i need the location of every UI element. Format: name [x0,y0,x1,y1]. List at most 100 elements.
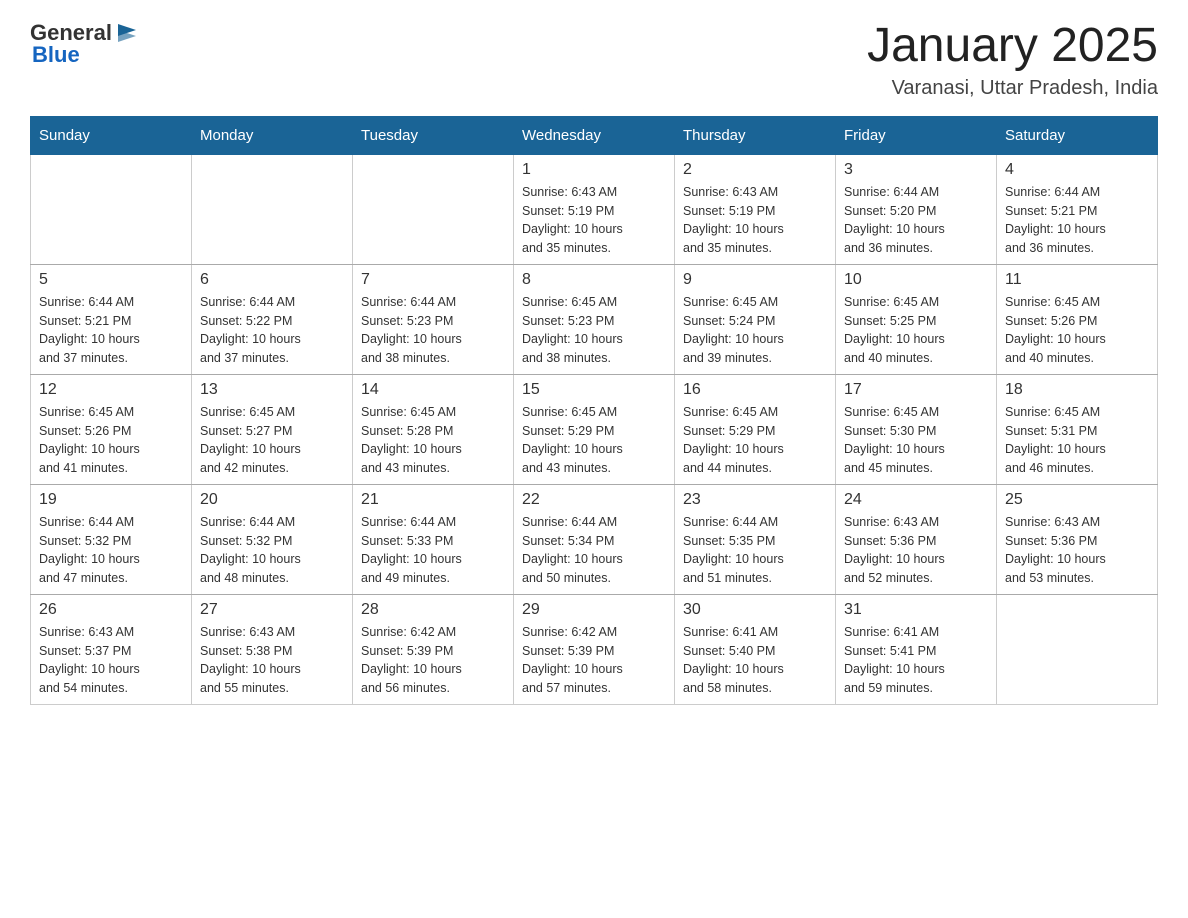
day-info: Sunrise: 6:45 AM Sunset: 5:29 PM Dayligh… [522,403,666,478]
calendar-day-15: 15 Sunrise: 6:45 AM Sunset: 5:29 PM Dayli… [514,374,675,484]
calendar-day-9: 9 Sunrise: 6:45 AM Sunset: 5:24 PM Daylig… [675,264,836,374]
day-info: Sunrise: 6:44 AM Sunset: 5:32 PM Dayligh… [39,513,183,588]
day-info: Sunrise: 6:43 AM Sunset: 5:38 PM Dayligh… [200,623,344,698]
day-info: Sunrise: 6:44 AM Sunset: 5:32 PM Dayligh… [200,513,344,588]
day-number: 14 [361,381,505,399]
day-number: 16 [683,381,827,399]
calendar-day-2: 2 Sunrise: 6:43 AM Sunset: 5:19 PM Daylig… [675,154,836,264]
day-number: 5 [39,271,183,289]
day-info: Sunrise: 6:45 AM Sunset: 5:27 PM Dayligh… [200,403,344,478]
day-number: 25 [1005,491,1149,509]
day-info: Sunrise: 6:43 AM Sunset: 5:19 PM Dayligh… [683,183,827,258]
col-header-thursday: Thursday [675,116,836,154]
calendar-day-21: 21Sunrise: 6:44 AM Sunset: 5:33 PM Dayli… [353,484,514,594]
day-number: 18 [1005,381,1149,399]
col-header-saturday: Saturday [997,116,1158,154]
day-number: 26 [39,601,183,619]
day-info: Sunrise: 6:45 AM Sunset: 5:24 PM Dayligh… [683,293,827,368]
calendar-table: SundayMondayTuesdayWednesdayThursdayFrid… [30,116,1158,705]
day-info: Sunrise: 6:44 AM Sunset: 5:35 PM Dayligh… [683,513,827,588]
day-number: 9 [683,271,827,289]
day-info: Sunrise: 6:45 AM Sunset: 5:31 PM Dayligh… [1005,403,1149,478]
calendar-day-20: 20 Sunrise: 6:44 AM Sunset: 5:32 PM Dayli… [192,484,353,594]
day-info: Sunrise: 6:42 AM Sunset: 5:39 PM Dayligh… [522,623,666,698]
day-info: Sunrise: 6:45 AM Sunset: 5:28 PM Dayligh… [361,403,505,478]
day-number: 7 [361,271,505,289]
calendar-day-12: 12Sunrise: 6:45 AM Sunset: 5:26 PM Dayli… [31,374,192,484]
day-number: 6 [200,271,344,289]
day-info: Sunrise: 6:45 AM Sunset: 5:26 PM Dayligh… [39,403,183,478]
calendar-day-24: 24 Sunrise: 6:43 AM Sunset: 5:36 PM Dayli… [836,484,997,594]
day-info: Sunrise: 6:45 AM Sunset: 5:30 PM Dayligh… [844,403,988,478]
day-number: 15 [522,381,666,399]
day-number: 21 [361,491,505,509]
col-header-tuesday: Tuesday [353,116,514,154]
logo-flag-icon [114,18,142,46]
calendar-empty-cell [353,154,514,264]
calendar-day-26: 26 Sunrise: 6:43 AM Sunset: 5:37 PM Dayli… [31,594,192,704]
logo-blue-text: Blue [32,42,80,68]
calendar-empty-cell [31,154,192,264]
day-number: 11 [1005,271,1149,289]
day-info: Sunrise: 6:43 AM Sunset: 5:19 PM Dayligh… [522,183,666,258]
col-header-wednesday: Wednesday [514,116,675,154]
col-header-monday: Monday [192,116,353,154]
day-info: Sunrise: 6:45 AM Sunset: 5:23 PM Dayligh… [522,293,666,368]
day-number: 13 [200,381,344,399]
day-number: 3 [844,161,988,179]
calendar-week-row: 5 Sunrise: 6:44 AM Sunset: 5:21 PM Daylig… [31,264,1158,374]
day-info: Sunrise: 6:44 AM Sunset: 5:23 PM Dayligh… [361,293,505,368]
calendar-day-13: 13 Sunrise: 6:45 AM Sunset: 5:27 PM Dayli… [192,374,353,484]
calendar-subtitle: Varanasi, Uttar Pradesh, India [867,77,1158,100]
day-number: 24 [844,491,988,509]
logo: General Blue [30,20,142,68]
page-header: General Blue January 2025 Varanasi, Utta… [30,20,1158,100]
calendar-day-8: 8Sunrise: 6:45 AM Sunset: 5:23 PM Daylig… [514,264,675,374]
day-info: Sunrise: 6:43 AM Sunset: 5:37 PM Dayligh… [39,623,183,698]
calendar-day-19: 19 Sunrise: 6:44 AM Sunset: 5:32 PM Dayli… [31,484,192,594]
day-info: Sunrise: 6:42 AM Sunset: 5:39 PM Dayligh… [361,623,505,698]
calendar-day-23: 23 Sunrise: 6:44 AM Sunset: 5:35 PM Dayli… [675,484,836,594]
day-number: 30 [683,601,827,619]
day-number: 17 [844,381,988,399]
calendar-day-11: 11Sunrise: 6:45 AM Sunset: 5:26 PM Dayli… [997,264,1158,374]
day-number: 2 [683,161,827,179]
calendar-day-28: 28 Sunrise: 6:42 AM Sunset: 5:39 PM Dayli… [353,594,514,704]
calendar-week-row: 1 Sunrise: 6:43 AM Sunset: 5:19 PM Daylig… [31,154,1158,264]
day-info: Sunrise: 6:43 AM Sunset: 5:36 PM Dayligh… [1005,513,1149,588]
day-number: 29 [522,601,666,619]
calendar-day-6: 6 Sunrise: 6:44 AM Sunset: 5:22 PM Daylig… [192,264,353,374]
day-info: Sunrise: 6:44 AM Sunset: 5:20 PM Dayligh… [844,183,988,258]
day-info: Sunrise: 6:43 AM Sunset: 5:36 PM Dayligh… [844,513,988,588]
calendar-day-5: 5 Sunrise: 6:44 AM Sunset: 5:21 PM Daylig… [31,264,192,374]
day-number: 10 [844,271,988,289]
day-info: Sunrise: 6:44 AM Sunset: 5:22 PM Dayligh… [200,293,344,368]
day-info: Sunrise: 6:45 AM Sunset: 5:29 PM Dayligh… [683,403,827,478]
day-number: 20 [200,491,344,509]
calendar-day-27: 27Sunrise: 6:43 AM Sunset: 5:38 PM Dayli… [192,594,353,704]
col-header-friday: Friday [836,116,997,154]
calendar-title: January 2025 [867,20,1158,73]
calendar-day-25: 25 Sunrise: 6:43 AM Sunset: 5:36 PM Dayli… [997,484,1158,594]
day-info: Sunrise: 6:44 AM Sunset: 5:21 PM Dayligh… [39,293,183,368]
calendar-day-22: 22Sunrise: 6:44 AM Sunset: 5:34 PM Dayli… [514,484,675,594]
calendar-empty-cell [192,154,353,264]
day-number: 28 [361,601,505,619]
calendar-day-10: 10Sunrise: 6:45 AM Sunset: 5:25 PM Dayli… [836,264,997,374]
day-info: Sunrise: 6:44 AM Sunset: 5:21 PM Dayligh… [1005,183,1149,258]
col-header-sunday: Sunday [31,116,192,154]
calendar-day-1: 1 Sunrise: 6:43 AM Sunset: 5:19 PM Daylig… [514,154,675,264]
calendar-week-row: 19 Sunrise: 6:44 AM Sunset: 5:32 PM Dayli… [31,484,1158,594]
day-number: 4 [1005,161,1149,179]
calendar-day-30: 30Sunrise: 6:41 AM Sunset: 5:40 PM Dayli… [675,594,836,704]
calendar-day-29: 29 Sunrise: 6:42 AM Sunset: 5:39 PM Dayli… [514,594,675,704]
calendar-day-14: 14 Sunrise: 6:45 AM Sunset: 5:28 PM Dayli… [353,374,514,484]
day-number: 1 [522,161,666,179]
day-number: 19 [39,491,183,509]
day-info: Sunrise: 6:44 AM Sunset: 5:34 PM Dayligh… [522,513,666,588]
calendar-day-3: 3 Sunrise: 6:44 AM Sunset: 5:20 PM Daylig… [836,154,997,264]
calendar-day-18: 18 Sunrise: 6:45 AM Sunset: 5:31 PM Dayli… [997,374,1158,484]
calendar-header-row: SundayMondayTuesdayWednesdayThursdayFrid… [31,116,1158,154]
calendar-day-4: 4 Sunrise: 6:44 AM Sunset: 5:21 PM Daylig… [997,154,1158,264]
day-number: 23 [683,491,827,509]
